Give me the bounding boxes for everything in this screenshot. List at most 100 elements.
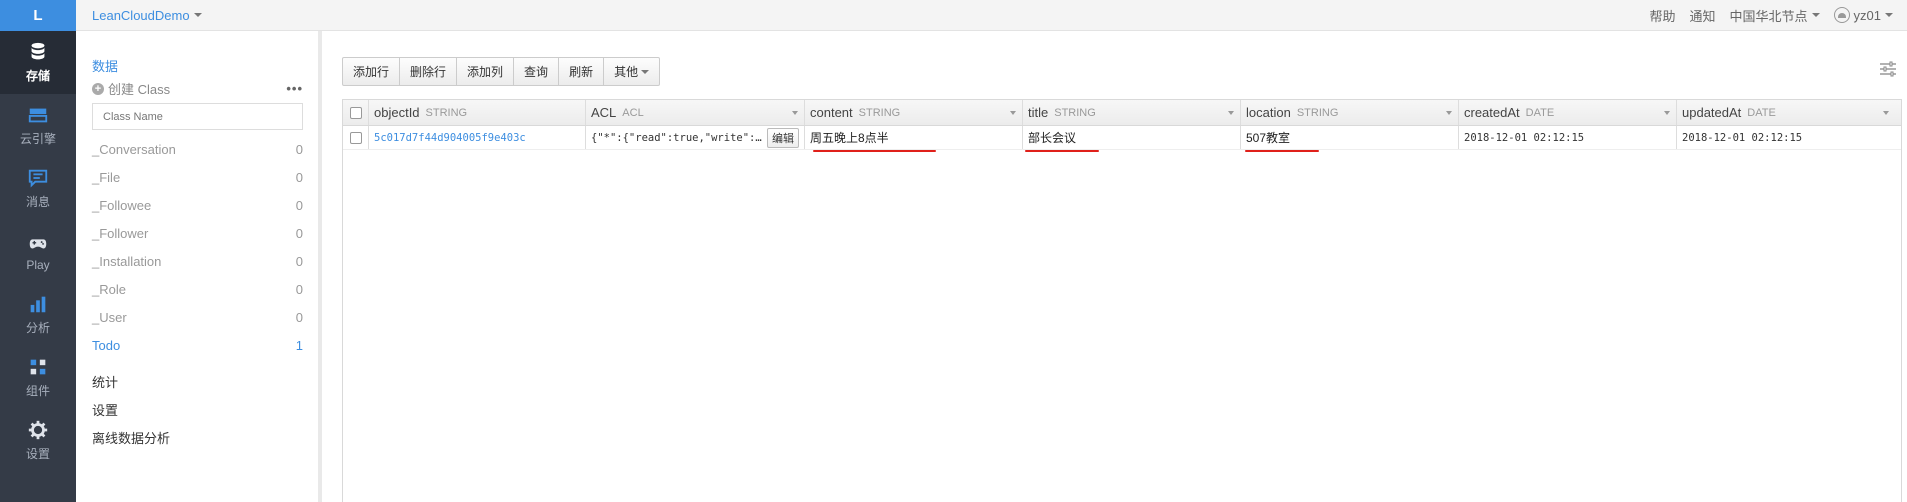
updated-at-cell[interactable]: 2018-12-01 02:12:15	[1677, 126, 1895, 149]
app-switcher[interactable]: LeanCloudDemo	[92, 8, 202, 23]
gamepad-icon	[29, 238, 47, 248]
notify-link[interactable]: 通知	[1690, 6, 1716, 25]
class-count: 0	[295, 281, 303, 297]
user-icon	[1833, 7, 1850, 23]
server-icon	[28, 108, 48, 123]
nav-label: 消息	[25, 195, 50, 209]
column-settings-icon[interactable]	[1879, 61, 1897, 77]
add-row-button[interactable]: 添加行	[342, 57, 401, 86]
class-count: 0	[295, 169, 303, 185]
gear-icon	[28, 420, 48, 440]
annotation-underline	[813, 150, 936, 152]
sidebar-class-item[interactable]: _Role 0	[92, 275, 303, 303]
table-row[interactable]: 5c017d7f44d904005f9e403c {"*":{"read":tr…	[343, 126, 1901, 150]
select-all-checkbox[interactable]	[343, 100, 369, 125]
plus-circle-icon: +	[92, 82, 104, 95]
nav-label: 存储	[25, 69, 50, 83]
more-options-icon[interactable]: •••	[286, 81, 303, 96]
column-type: STRING	[1054, 106, 1096, 119]
add-column-button[interactable]: 添加列	[457, 57, 515, 86]
title-cell[interactable]: 部长会议	[1023, 126, 1241, 149]
sidebar-link-offline-analysis[interactable]: 离线数据分析	[92, 425, 303, 453]
other-dropdown-button[interactable]: 其他	[604, 57, 661, 86]
content-cell[interactable]: 周五晚上8点半	[805, 126, 1023, 149]
region-selector[interactable]: 中国华北节点	[1730, 6, 1820, 25]
class-name: _Role	[92, 281, 126, 297]
table-toolbar: 添加行 删除行 添加列 查询 刷新 其他	[342, 57, 661, 86]
acl-cell[interactable]: {"*":{"read":true,"write":true}} 编辑	[586, 126, 805, 149]
acl-value: {"*":{"read":true,"write":true}}	[591, 131, 763, 144]
sidebar-class-item[interactable]: _User 0	[92, 303, 303, 331]
user-name: yz01	[1853, 7, 1881, 23]
column-header[interactable]: content STRING	[805, 100, 1023, 125]
nav-settings[interactable]: 设置	[0, 409, 76, 472]
nav-label: 云引擎	[19, 132, 56, 146]
message-icon	[28, 169, 48, 188]
refresh-button[interactable]: 刷新	[559, 57, 605, 86]
sidebar-class-item[interactable]: _Followee 0	[92, 191, 303, 219]
main-nav: L 存储 云引擎 消息 Play 分析 组件 设置	[0, 0, 76, 502]
class-name: _Followee	[92, 197, 152, 213]
section-title-data[interactable]: 数据	[92, 56, 303, 75]
nav-analytics[interactable]: 分析	[0, 283, 76, 346]
column-header[interactable]: location STRING	[1241, 100, 1459, 125]
table-header: objectId STRING ACL ACL content STRING t…	[343, 100, 1901, 126]
column-type: STRING	[425, 106, 468, 119]
user-menu[interactable]: yz01	[1833, 7, 1893, 23]
location-cell[interactable]: 507教室	[1241, 126, 1459, 149]
sidebar-class-item[interactable]: _Follower 0	[92, 219, 303, 247]
create-class-button[interactable]: + 创建 Class	[92, 79, 170, 98]
class-name: _Installation	[92, 253, 162, 269]
class-name: Todo	[92, 337, 121, 353]
nav-message[interactable]: 消息	[0, 157, 76, 220]
sidebar-class-item[interactable]: Todo 1	[92, 331, 303, 359]
region-label: 中国华北节点	[1729, 8, 1808, 24]
chevron-down-icon[interactable]	[1010, 111, 1016, 115]
column-header[interactable]: objectId STRING	[369, 100, 586, 125]
class-name: _Follower	[92, 225, 149, 241]
chevron-down-icon	[1885, 13, 1893, 17]
class-name-search[interactable]	[92, 103, 303, 130]
chevron-down-icon	[1811, 13, 1820, 17]
delete-row-button[interactable]: 删除行	[400, 57, 458, 86]
class-name: _Conversation	[92, 141, 176, 157]
nav-components[interactable]: 组件	[0, 346, 76, 409]
chevron-down-icon[interactable]	[1446, 111, 1452, 115]
query-button[interactable]: 查询	[514, 57, 560, 86]
sidebar-class-item[interactable]: _File 0	[92, 163, 303, 191]
chevron-down-icon[interactable]	[1228, 111, 1234, 115]
chevron-down-icon[interactable]	[1883, 111, 1889, 115]
app-logo[interactable]: L	[0, 0, 76, 31]
nav-engine[interactable]: 云引擎	[0, 94, 76, 157]
sidebar-class-item[interactable]: _Installation 0	[92, 247, 303, 275]
nav-play[interactable]: Play	[0, 220, 76, 283]
chevron-down-icon[interactable]	[1664, 111, 1670, 115]
database-icon	[31, 42, 45, 60]
class-count: 0	[295, 253, 303, 269]
help-link[interactable]: 帮助	[1649, 6, 1675, 25]
sidebar-link-stats[interactable]: 统计	[92, 369, 303, 397]
nav-label: 组件	[25, 384, 50, 398]
column-name: createdAt	[1464, 105, 1520, 120]
column-name: location	[1246, 105, 1291, 120]
sidebar-link-settings[interactable]: 设置	[92, 397, 303, 425]
nav-storage[interactable]: 存储	[0, 31, 76, 94]
column-type: DATE	[1747, 106, 1776, 119]
main-content: 添加行 删除行 添加列 查询 刷新 其他 objectId STRING ACL…	[322, 31, 1907, 502]
other-label: 其他	[614, 65, 639, 79]
data-table: objectId STRING ACL ACL content STRING t…	[342, 99, 1902, 502]
create-class-label: 创建 Class	[108, 82, 171, 97]
edit-acl-button[interactable]: 编辑	[767, 127, 799, 148]
created-at-cell[interactable]: 2018-12-01 02:12:15	[1459, 126, 1677, 149]
annotation-underline	[1025, 150, 1099, 152]
chevron-down-icon[interactable]	[792, 111, 798, 115]
column-header[interactable]: updatedAt DATE	[1677, 100, 1895, 125]
row-checkbox[interactable]	[343, 126, 369, 149]
column-header[interactable]: createdAt DATE	[1459, 100, 1677, 125]
object-id-cell[interactable]: 5c017d7f44d904005f9e403c	[369, 126, 586, 149]
chevron-down-icon	[641, 69, 650, 74]
sidebar-class-item[interactable]: _Conversation 0	[92, 135, 303, 163]
column-header[interactable]: title STRING	[1023, 100, 1241, 125]
class-sidebar: 数据 + 创建 Class ••• _Conversation0_File0_F…	[76, 31, 318, 502]
column-header[interactable]: ACL ACL	[586, 100, 805, 125]
